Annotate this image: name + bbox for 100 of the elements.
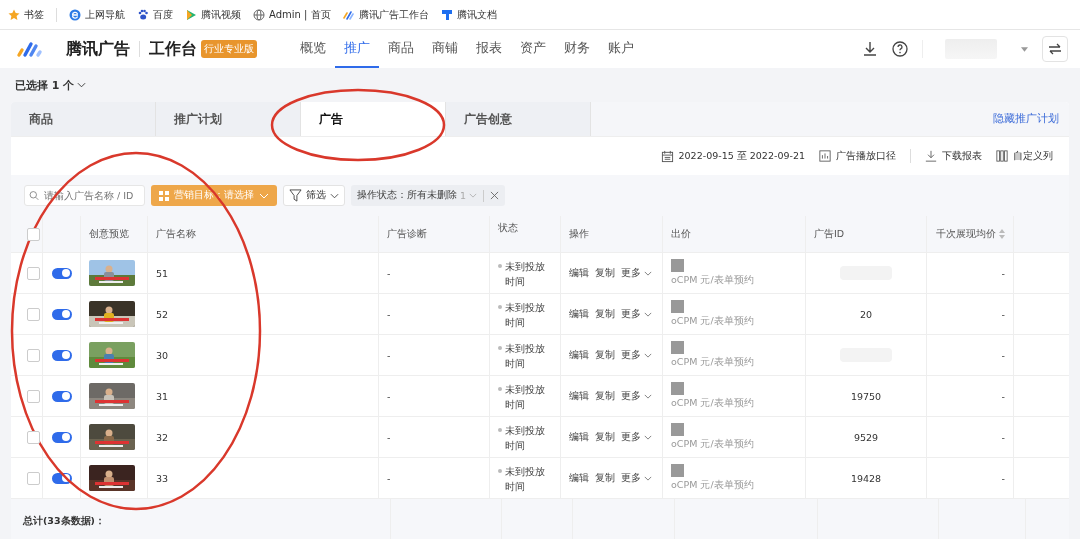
row-action-link[interactable]: 更多	[621, 307, 652, 321]
toggle-switch[interactable]	[51, 308, 72, 320]
bid-unit: oCPM 元/表单预约	[671, 397, 754, 410]
logo-icon	[342, 8, 355, 21]
row-action-link[interactable]: 更多	[621, 430, 652, 444]
bookmark-link[interactable]: 腾讯文档	[440, 7, 497, 22]
toggle-switch[interactable]	[51, 390, 72, 402]
table-cell: -	[927, 458, 1014, 498]
nav-tab[interactable]: 资产	[511, 30, 555, 68]
date-range-picker[interactable]: 2022-09-15 至 2022-09-21	[660, 149, 805, 163]
row-checkbox[interactable]	[27, 266, 40, 280]
table-cell: -	[927, 335, 1014, 375]
row-action-link[interactable]: 复制	[595, 430, 615, 444]
toolbar-button[interactable]: 广告播放口径	[819, 149, 896, 163]
bar-chart-icon	[819, 150, 831, 162]
chevron-icon	[644, 352, 652, 358]
hide-plan-link[interactable]: 隐藏推广计划	[993, 112, 1069, 126]
download-icon	[925, 150, 937, 162]
grid-icon	[159, 190, 169, 201]
bookmark-link[interactable]: 书签	[8, 7, 44, 22]
nav-tab[interactable]: 推广	[335, 30, 379, 68]
chevron-icon	[644, 270, 652, 276]
toolbar-button[interactable]: 下载报表	[925, 149, 982, 163]
bid-unit: oCPM 元/表单预约	[671, 356, 754, 369]
table-cell: -	[379, 417, 490, 457]
toolbar-button[interactable]: 自定义列	[996, 149, 1053, 163]
row-action-link[interactable]: 编辑	[569, 471, 589, 485]
nav-tab[interactable]: 财务	[555, 30, 599, 68]
tab[interactable]: 推广计划	[156, 102, 301, 136]
logo-icon	[16, 39, 44, 59]
row-checkbox[interactable]	[27, 471, 40, 485]
chevron-icon	[330, 192, 339, 199]
swap-icon	[1048, 43, 1062, 55]
row-action-link[interactable]: 更多	[621, 389, 652, 403]
nav-tab[interactable]: 商铺	[423, 30, 467, 68]
row-action-link[interactable]: 复制	[595, 348, 615, 362]
table-cell: -	[379, 294, 490, 334]
table-cell: 51	[148, 253, 379, 293]
search-icon	[29, 189, 39, 202]
row-action-link[interactable]: 复制	[595, 471, 615, 485]
filter-dropdown[interactable]: 筛选	[283, 185, 345, 206]
bookmark-link[interactable]: 腾讯视频	[185, 7, 241, 22]
bookmark-link[interactable]: 百度	[137, 7, 173, 22]
download-icon[interactable]	[862, 41, 878, 57]
nav-tab[interactable]: 概览	[291, 30, 335, 68]
chevron-icon	[259, 192, 269, 199]
nav-tab[interactable]: 报表	[467, 30, 511, 68]
row-checkbox[interactable]	[27, 348, 40, 362]
table-cell: 33	[148, 458, 379, 498]
row-action-link[interactable]: 编辑	[569, 389, 589, 403]
table-cell: -	[927, 253, 1014, 293]
row-action-link[interactable]: 编辑	[569, 266, 589, 280]
close-icon[interactable]	[490, 191, 500, 200]
row-action-link[interactable]: 编辑	[569, 348, 589, 362]
row-checkbox[interactable]	[27, 430, 40, 444]
row-checkbox[interactable]	[27, 307, 40, 321]
status-filter-chip[interactable]: 操作状态：所有未删除 1	[351, 185, 506, 206]
tab[interactable]: 商品	[11, 102, 156, 136]
row-action-link[interactable]: 更多	[621, 471, 652, 485]
row-action-link[interactable]: 复制	[595, 389, 615, 403]
nav-tab[interactable]: 商品	[379, 30, 423, 68]
tab[interactable]: 广告创意	[446, 102, 591, 136]
toggle-switch[interactable]	[51, 472, 72, 484]
bid-unit: oCPM 元/表单预约	[671, 438, 754, 451]
chevron-icon	[644, 393, 652, 399]
selection-dropdown[interactable]: 已选择 1 个	[11, 68, 1069, 102]
bookmark-link[interactable]: 上网导航	[69, 7, 125, 22]
paw-icon	[137, 8, 149, 21]
caret-icon[interactable]	[1021, 46, 1028, 52]
columns-icon	[996, 150, 1008, 162]
nav-tab[interactable]: 账户	[599, 30, 643, 68]
redaction-block	[671, 464, 684, 477]
product-name: 工作台	[149, 38, 197, 60]
row-action-link[interactable]: 编辑	[569, 307, 589, 321]
row-action-link[interactable]: 复制	[595, 266, 615, 280]
row-checkbox[interactable]	[27, 389, 40, 403]
toggle-switch[interactable]	[51, 349, 72, 361]
select-all-checkbox[interactable]	[27, 227, 40, 241]
row-action-link[interactable]: 编辑	[569, 430, 589, 444]
column-header: 状态	[490, 216, 561, 252]
toggle-switch[interactable]	[51, 431, 72, 443]
switch-button[interactable]	[1042, 36, 1068, 62]
column-header: 出价	[663, 216, 806, 252]
redaction-block	[671, 259, 684, 272]
row-action-link[interactable]: 更多	[621, 348, 652, 362]
bookmark-link[interactable]: 腾讯广告工作台	[342, 7, 429, 22]
chevron-icon	[644, 475, 652, 481]
toggle-switch[interactable]	[51, 267, 72, 279]
row-action-link[interactable]: 更多	[621, 266, 652, 280]
table-cell: 9529	[853, 431, 879, 443]
row-action-link[interactable]: 复制	[595, 307, 615, 321]
table-cell: 31	[148, 376, 379, 416]
tab[interactable]: 广告	[301, 102, 446, 136]
chevron-icon	[644, 311, 652, 317]
chevron-icon	[77, 82, 87, 88]
table-cell: -	[379, 253, 490, 293]
column-header: 操作	[561, 216, 663, 252]
bookmark-link[interactable]: Admin | 首页	[253, 7, 331, 22]
help-icon[interactable]	[892, 41, 908, 57]
globe-icon	[253, 8, 265, 21]
